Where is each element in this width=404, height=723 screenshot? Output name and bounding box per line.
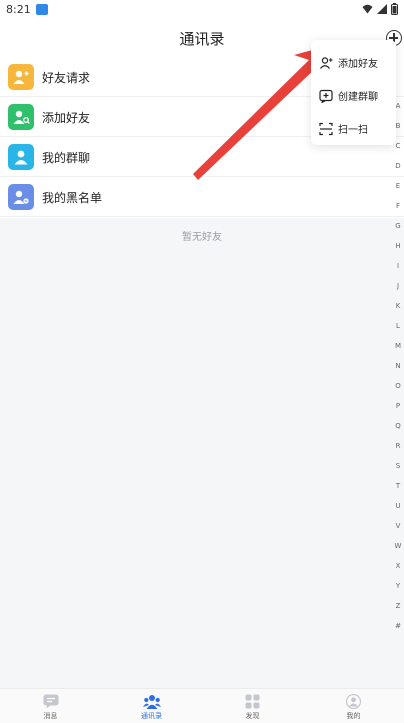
popup-item-create-group[interactable]: 创建群聊 — [311, 79, 396, 112]
popup-item-label: 扫一扫 — [338, 125, 368, 136]
nav-label: 发现 — [245, 712, 260, 720]
add-user-icon — [320, 56, 333, 69]
profile-icon — [346, 694, 361, 709]
nav-label: 消息 — [43, 712, 58, 720]
contacts-icon — [142, 695, 161, 709]
nav-label: 我的 — [346, 712, 361, 720]
nav-tab-me[interactable]: 我的 — [303, 689, 404, 723]
nav-tab-contacts[interactable]: 通讯录 — [101, 689, 202, 723]
nav-tab-discover[interactable]: 发现 — [202, 689, 303, 723]
add-popup-menu: 添加好友 创建群聊 扫一扫 — [311, 40, 396, 145]
popup-item-add-friend[interactable]: 添加好友 — [311, 46, 396, 79]
popup-item-label: 创建群聊 — [338, 92, 378, 103]
message-icon — [43, 694, 58, 709]
discover-grid-icon — [245, 694, 260, 709]
popup-item-scan[interactable]: 扫一扫 — [311, 112, 396, 145]
popup-item-label: 添加好友 — [338, 59, 378, 70]
create-group-icon — [319, 89, 333, 103]
scan-icon — [319, 122, 333, 135]
nav-tab-messages[interactable]: 消息 — [0, 689, 101, 723]
nav-label: 通讯录 — [141, 712, 162, 720]
bottom-nav: 消息 通讯录 发现 我的 — [0, 688, 404, 723]
